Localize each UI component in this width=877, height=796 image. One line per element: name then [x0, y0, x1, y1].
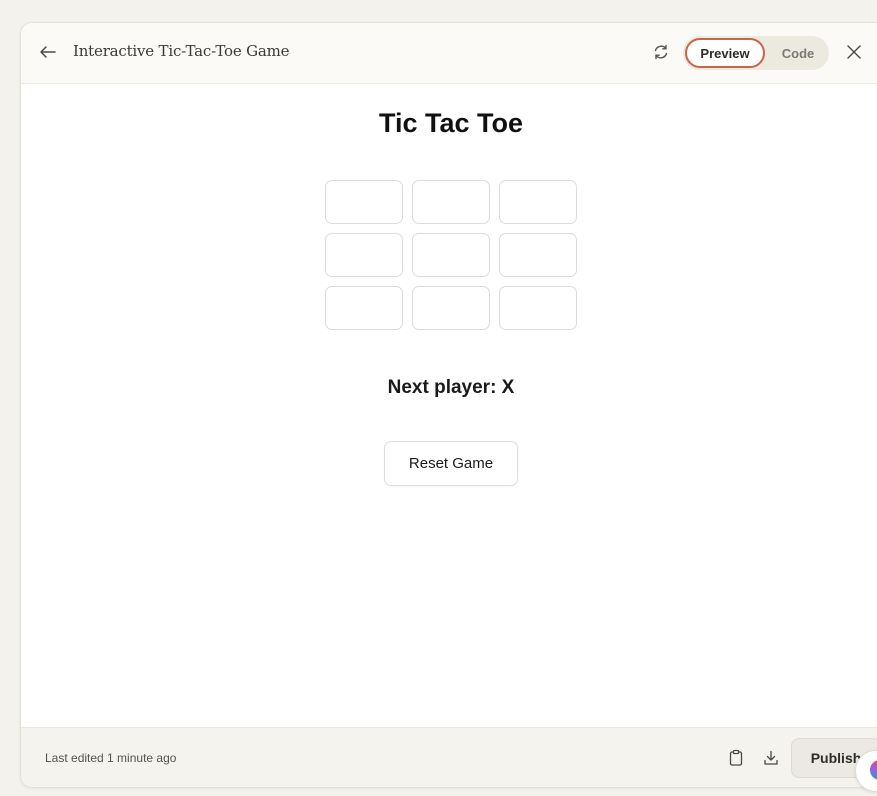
- panel-header: Interactive Tic-Tac-Toe Game Preview Cod…: [21, 23, 877, 84]
- board-cell-1[interactable]: [325, 180, 403, 224]
- avatar-logo-icon: [870, 760, 877, 780]
- board-cell-7[interactable]: [325, 286, 403, 330]
- game-title: Tic Tac Toe: [378, 108, 524, 138]
- board-cell-4[interactable]: [325, 233, 403, 277]
- board-cell-6[interactable]: [499, 233, 577, 277]
- download-icon[interactable]: [762, 749, 780, 767]
- clipboard-icon[interactable]: [727, 749, 745, 767]
- board-cell-2[interactable]: [412, 180, 490, 224]
- board-cell-9[interactable]: [499, 286, 577, 330]
- game-board: [325, 180, 579, 330]
- reset-game-button[interactable]: Reset Game: [384, 441, 518, 486]
- board-cell-8[interactable]: [412, 286, 490, 330]
- panel-footer: Last edited 1 minute ago Publish: [21, 727, 877, 787]
- board-cell-3[interactable]: [499, 180, 577, 224]
- last-edited-text: Last edited 1 minute ago: [45, 751, 177, 765]
- refresh-icon[interactable]: [651, 42, 671, 62]
- preview-code-toggle: Preview Code: [683, 36, 829, 70]
- arrow-left-icon[interactable]: [37, 41, 59, 63]
- board-cell-5[interactable]: [412, 233, 490, 277]
- preview-content: Tic Tac Toe Next player: X Reset Game: [21, 84, 877, 727]
- artifact-panel: Interactive Tic-Tac-Toe Game Preview Cod…: [20, 22, 877, 788]
- code-tab[interactable]: Code: [773, 38, 823, 68]
- game-status: Next player: X: [387, 377, 515, 398]
- close-icon[interactable]: [844, 42, 864, 62]
- artifact-title: Interactive Tic-Tac-Toe Game: [73, 42, 290, 60]
- preview-tab[interactable]: Preview: [685, 38, 765, 68]
